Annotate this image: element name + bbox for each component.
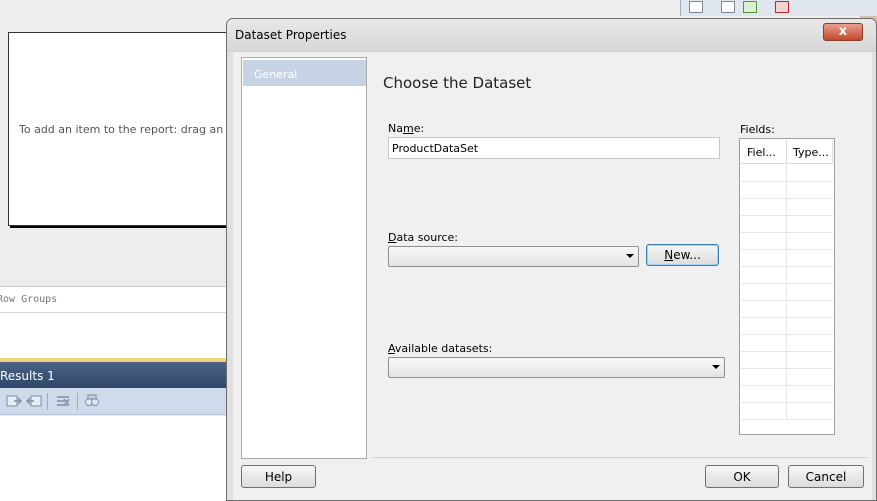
background-toolbar	[680, 0, 877, 16]
grid-row	[741, 250, 833, 267]
grid-row	[741, 165, 833, 182]
fields-grid[interactable]: Fiel... Type...	[739, 138, 835, 435]
grid-row	[741, 199, 833, 216]
row-groups-header: Row Groups	[0, 286, 232, 313]
chevron-down-icon	[712, 365, 720, 369]
row-groups-panel[interactable]	[0, 313, 232, 360]
available-datasets-label: Available datasets:	[388, 342, 493, 355]
footer-divider	[373, 457, 867, 458]
results-title: Results 1	[0, 369, 55, 383]
refresh-icon[interactable]	[743, 1, 757, 13]
dialog-frame-right	[872, 52, 876, 500]
results-header: Results 1	[0, 362, 232, 388]
name-value: ProductDataSet	[392, 142, 479, 155]
grid-row	[741, 267, 833, 284]
nav-item-label: General	[254, 68, 298, 81]
data-source-dropdown[interactable]	[388, 246, 639, 267]
close-icon: x	[838, 24, 848, 39]
clear-icon[interactable]	[55, 394, 71, 408]
data-source-label: Data source:	[388, 231, 459, 244]
grid-row	[741, 369, 833, 386]
report-body[interactable]: To add an item to the report: drag an it…	[8, 32, 252, 226]
fields-column-header[interactable]: Fiel...	[741, 140, 787, 164]
dialog-frame-left	[227, 52, 233, 500]
available-datasets-dropdown[interactable]	[388, 357, 725, 378]
page-heading: Choose the Dataset	[383, 74, 532, 92]
grid-row	[741, 335, 833, 352]
new-data-source-button[interactable]: New...	[646, 244, 719, 266]
import-icon[interactable]	[6, 394, 22, 408]
dataset-properties-dialog: Dataset Properties x General Choose the …	[226, 18, 877, 501]
close-button[interactable]: x	[823, 23, 863, 41]
help-button[interactable]: Help	[241, 465, 316, 488]
find-icon[interactable]	[84, 394, 100, 408]
chevron-down-icon	[626, 254, 634, 258]
cancel-button[interactable]: Cancel	[788, 465, 864, 488]
results-panel[interactable]	[0, 416, 232, 501]
grid-row	[741, 352, 833, 369]
dialog-title: Dataset Properties	[235, 28, 347, 42]
results-toolbar	[0, 388, 232, 415]
row-groups-label: Row Groups	[0, 294, 58, 305]
toolbar-separator	[47, 393, 48, 410]
nav-item-general[interactable]: General	[243, 60, 366, 86]
table-icon[interactable]	[689, 1, 703, 13]
export-icon[interactable]	[26, 394, 42, 408]
copy-icon[interactable]	[721, 1, 735, 13]
toolbar-separator	[77, 393, 78, 410]
report-hint: To add an item to the report: drag an it…	[19, 123, 252, 136]
nav-panel: General	[241, 57, 367, 459]
fields-label: Fields:	[740, 123, 775, 136]
query-icon[interactable]	[775, 1, 789, 13]
grid-row	[741, 216, 833, 233]
dialog-title-bar[interactable]: Dataset Properties x	[227, 19, 876, 52]
name-input[interactable]: ProductDataSet	[388, 137, 720, 159]
grid-row	[741, 301, 833, 318]
ok-button[interactable]: OK	[705, 465, 779, 488]
type-column-header[interactable]: Type...	[787, 140, 833, 164]
grid-row	[741, 403, 833, 420]
name-label: Name:	[388, 122, 425, 135]
grid-row	[741, 182, 833, 199]
grid-row	[741, 233, 833, 250]
grid-row	[741, 318, 833, 335]
grid-row	[741, 284, 833, 301]
grid-row	[741, 386, 833, 403]
